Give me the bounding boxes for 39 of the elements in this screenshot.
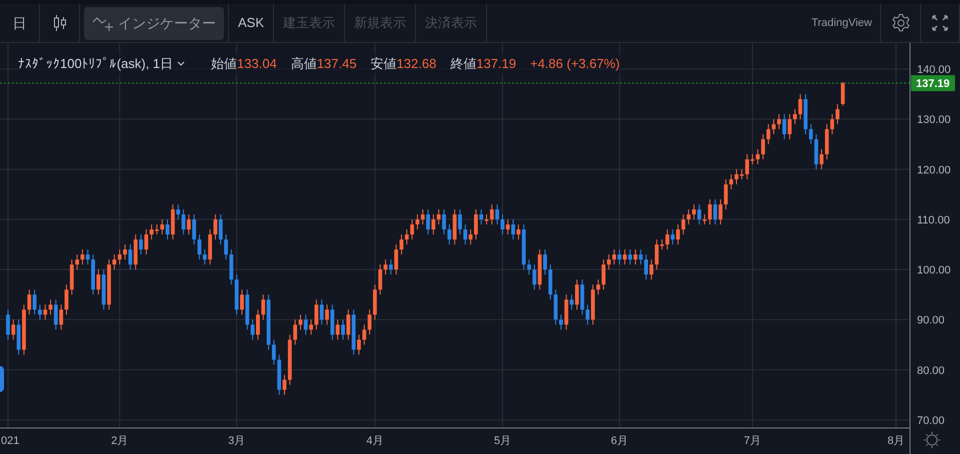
symbol-label[interactable]: ﾅｽﾀﾞｯｸ100ﾄﾘﾌﾟﾙ(ask), 1日 <box>18 54 174 74</box>
chevron-down-icon[interactable] <box>177 60 186 67</box>
candlestick-icon[interactable] <box>52 14 66 32</box>
price-label: 120.00 <box>917 164 951 176</box>
side-handle[interactable] <box>0 366 4 392</box>
current-price-tag: 137.19 <box>911 75 955 92</box>
interval-button[interactable]: 日 <box>0 4 40 42</box>
ohlc-value: 132.68 <box>396 55 436 73</box>
price-label: 90.00 <box>917 314 945 327</box>
fullscreen-icon[interactable] <box>932 15 948 31</box>
change-value: +4.86 (+3.67%) <box>530 55 620 73</box>
date-label: 8月 <box>887 435 905 447</box>
date-label: 7月 <box>744 435 761 447</box>
price-label: 130.00 <box>917 114 951 126</box>
ohlc-value: 137.45 <box>316 55 357 73</box>
indicator-button[interactable]: インジケーター <box>84 6 224 40</box>
price-label: 100.00 <box>917 264 951 277</box>
date-label: 2月 <box>111 435 128 447</box>
ohlc-value: 133.04 <box>237 55 277 73</box>
settings-icon[interactable] <box>890 13 910 33</box>
date-label: 4月 <box>366 435 384 447</box>
ohlc-value: 137.19 <box>476 55 516 73</box>
toolbar-button[interactable]: ASK <box>228 4 274 42</box>
ohlc-label: 安値 <box>370 55 397 73</box>
date-label: 5月 <box>494 435 512 447</box>
price-label: 110.00 <box>917 214 950 226</box>
settings-icon[interactable] <box>924 432 940 448</box>
date-label: 6月 <box>610 435 628 447</box>
price-label: 80.00 <box>917 364 945 377</box>
ohlc-label: 始値 <box>211 55 238 73</box>
price-label: 70.00 <box>917 414 945 427</box>
ohlc-label: 終値 <box>450 55 476 73</box>
indicator-icon <box>92 15 114 31</box>
price-label: 140.00 <box>917 64 951 76</box>
brand-label: TradingView <box>811 16 873 31</box>
ref-line-label: 137.19 <box>916 78 950 90</box>
date-label: 021 <box>1 435 20 447</box>
date-label: 3月 <box>228 435 246 447</box>
ohlc-label: 高値 <box>290 55 317 73</box>
